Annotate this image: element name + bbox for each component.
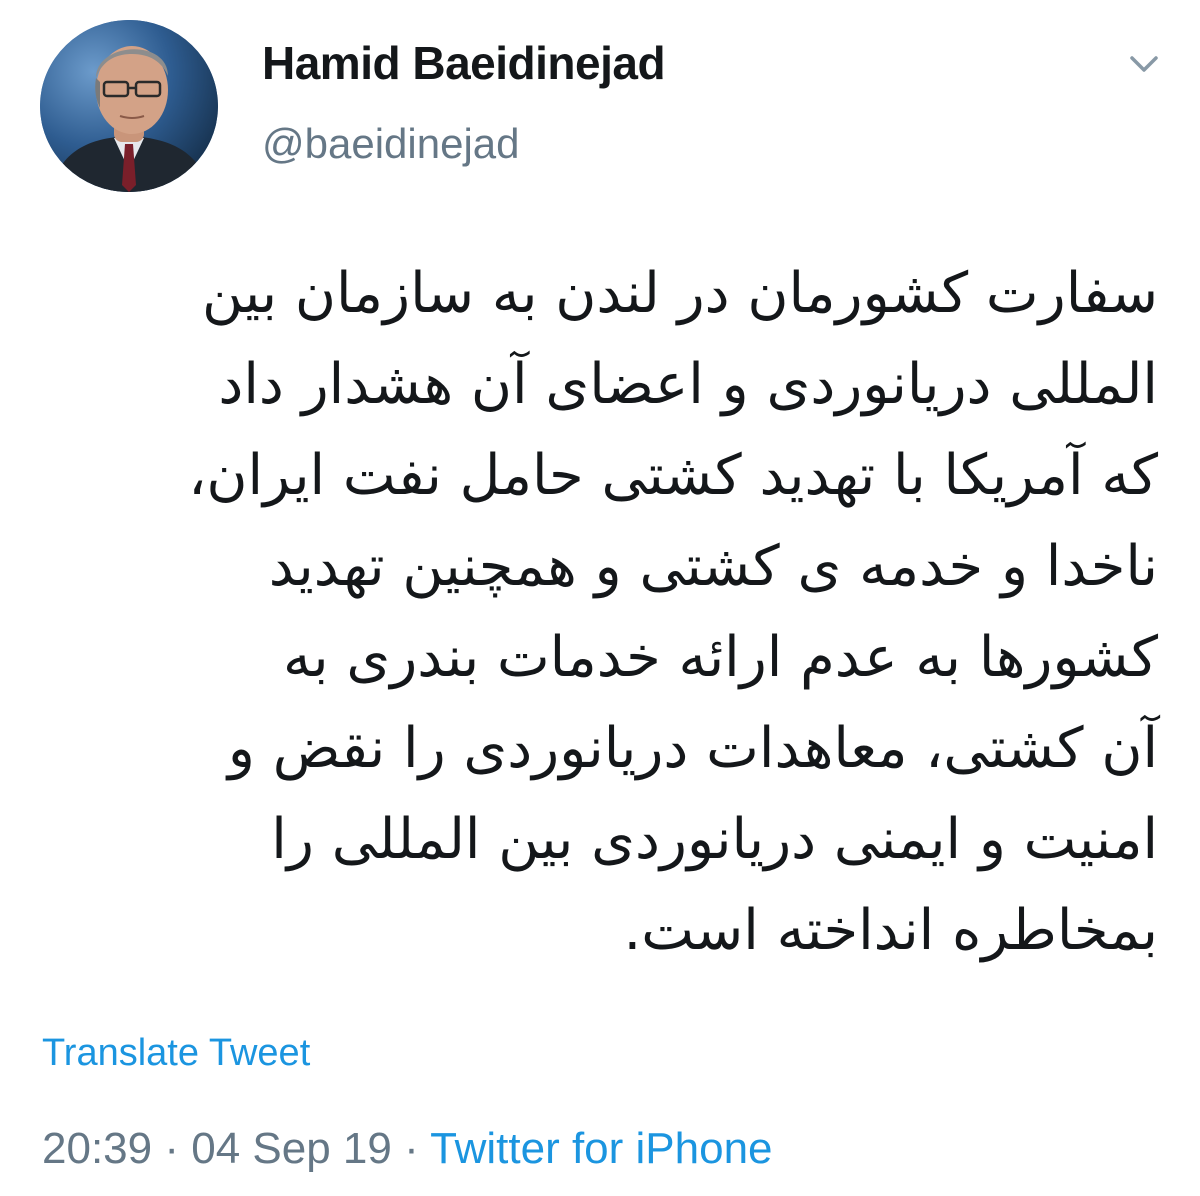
tweet-text-line: بمخاطره انداخته است. — [623, 898, 1159, 963]
avatar[interactable] — [40, 20, 218, 192]
tweet-text: سفارت کشورمان در لندن به سازمان بین المل… — [28, 248, 1158, 976]
meta-separator: · — [391, 1124, 431, 1173]
tweet-text-line: کشورها به عدم ارائه خدمات بندری به — [283, 625, 1158, 690]
profile-photo-icon — [40, 20, 218, 192]
chevron-down-icon[interactable] — [1124, 44, 1164, 84]
tweet-text-line: آن کشتی، معاهدات دریانوردی را نقض و — [227, 716, 1158, 781]
tweet-meta: 20:39 · 04 Sep 19 · Twitter for iPhone — [42, 1124, 773, 1174]
tweet-text-line: امنیت و ایمنی دریانوردی بین المللی را — [271, 807, 1158, 872]
tweet-source-link[interactable]: Twitter for iPhone — [430, 1124, 772, 1173]
author-handle[interactable]: @baeidinejad — [262, 120, 520, 168]
tweet-text-line: سفارت کشورمان در لندن به سازمان بین — [201, 261, 1158, 326]
author-display-name[interactable]: Hamid Baeidinejad — [262, 36, 666, 90]
translate-tweet-link[interactable]: Translate Tweet — [42, 1032, 310, 1075]
tweet-text-line: ناخدا و خدمه ی کشتی و همچنین تهدید — [268, 534, 1158, 599]
tweet-text-line: که آمریکا با تهدید کشتی حامل نفت ایران، — [188, 443, 1158, 508]
tweet-text-line: المللی دریانوردی و اعضای آن هشدار داد — [218, 352, 1158, 417]
tweet-time[interactable]: 20:39 — [42, 1124, 152, 1173]
meta-separator: · — [152, 1124, 192, 1173]
tweet-date[interactable]: 04 Sep 19 — [191, 1124, 392, 1173]
